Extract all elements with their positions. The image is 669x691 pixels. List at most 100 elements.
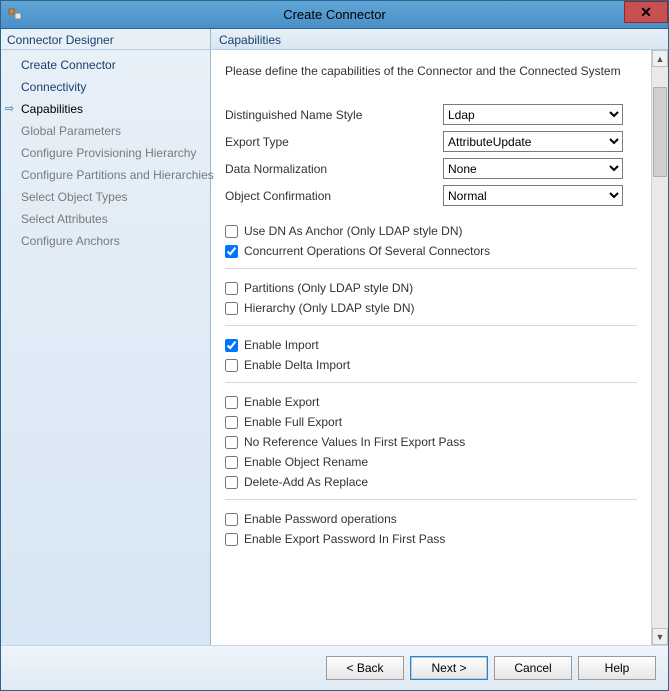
dialog-window: Create Connector ✕ Connector Designer Cr… [0,0,669,691]
check-label: Enable Export [244,395,319,409]
sidebar-item-partitions-hierarchies: Configure Partitions and Hierarchies [1,164,210,186]
checkbox-partitions[interactable] [225,282,238,295]
check-label: Enable Password operations [244,512,397,526]
scroll-track[interactable] [652,67,668,628]
check-concurrent-ops[interactable]: Concurrent Operations Of Several Connect… [225,244,637,258]
back-button[interactable]: < Back [326,656,404,680]
check-label: Enable Import [244,338,319,352]
check-group-2: Partitions (Only LDAP style DN) Hierarch… [225,281,637,315]
sidebar-item-label: Global Parameters [21,122,121,140]
check-label: Delete-Add As Replace [244,475,368,489]
row-export-type: Export Type AttributeUpdate [225,131,637,152]
label-obj-confirm: Object Confirmation [225,189,443,203]
checkbox-enable-full-export[interactable] [225,416,238,429]
check-hierarchy[interactable]: Hierarchy (Only LDAP style DN) [225,301,637,315]
label-export-type: Export Type [225,135,443,149]
check-enable-import[interactable]: Enable Import [225,338,637,352]
check-label: Hierarchy (Only LDAP style DN) [244,301,414,315]
main-panel: Capabilities Please define the capabilit… [211,29,668,645]
checkbox-use-dn-anchor[interactable] [225,225,238,238]
checkbox-enable-import[interactable] [225,339,238,352]
close-icon: ✕ [640,4,652,21]
check-use-dn-anchor[interactable]: Use DN As Anchor (Only LDAP style DN) [225,224,637,238]
check-enable-export-pwd-first[interactable]: Enable Export Password In First Pass [225,532,637,546]
sidebar-header: Connector Designer [1,29,210,50]
sidebar-item-capabilities[interactable]: ⇨ Capabilities [1,98,210,120]
sidebar-item-label: Select Attributes [21,210,108,228]
sidebar-item-label: Create Connector [21,56,116,74]
check-enable-delta-import[interactable]: Enable Delta Import [225,358,637,372]
main-header: Capabilities [211,29,668,50]
dialog-body: Connector Designer Create Connector Conn… [1,29,668,690]
select-dn-style[interactable]: Ldap [443,104,623,125]
content-area: Connector Designer Create Connector Conn… [1,29,668,645]
check-enable-obj-rename[interactable]: Enable Object Rename [225,455,637,469]
row-obj-confirm: Object Confirmation Normal [225,185,637,206]
separator [225,499,637,500]
sidebar-item-provisioning-hierarchy: Configure Provisioning Hierarchy [1,142,210,164]
checkbox-hierarchy[interactable] [225,302,238,315]
sidebar-item-create-connector[interactable]: Create Connector [1,54,210,76]
check-enable-export[interactable]: Enable Export [225,395,637,409]
checkbox-enable-export[interactable] [225,396,238,409]
check-label: Concurrent Operations Of Several Connect… [244,244,490,258]
checkbox-enable-obj-rename[interactable] [225,456,238,469]
check-group-1: Use DN As Anchor (Only LDAP style DN) Co… [225,224,637,258]
footer: < Back Next > Cancel Help [1,645,668,690]
sidebar-item-label: Capabilities [21,100,83,118]
row-dn-style: Distinguished Name Style Ldap [225,104,637,125]
check-label: Use DN As Anchor (Only LDAP style DN) [244,224,463,238]
cancel-button[interactable]: Cancel [494,656,572,680]
checkbox-enable-export-pwd-first[interactable] [225,533,238,546]
scroll-thumb[interactable] [653,87,667,177]
check-delete-add-replace[interactable]: Delete-Add As Replace [225,475,637,489]
sidebar-item-configure-anchors: Configure Anchors [1,230,210,252]
sidebar-items: Create Connector Connectivity ⇨ Capabili… [1,50,210,252]
vertical-scrollbar[interactable]: ▲ ▼ [651,50,668,645]
check-label: Enable Object Rename [244,455,368,469]
instructions-text: Please define the capabilities of the Co… [225,64,637,78]
sidebar-item-select-attributes: Select Attributes [1,208,210,230]
help-button[interactable]: Help [578,656,656,680]
sidebar-item-connectivity[interactable]: Connectivity [1,76,210,98]
checkbox-no-ref-first-export[interactable] [225,436,238,449]
check-label: Enable Full Export [244,415,342,429]
separator [225,325,637,326]
close-button[interactable]: ✕ [624,1,668,23]
sidebar-item-label: Select Object Types [21,188,128,206]
sidebar-item-label: Connectivity [21,78,86,96]
select-export-type[interactable]: AttributeUpdate [443,131,623,152]
separator [225,382,637,383]
sidebar-item-select-object-types: Select Object Types [1,186,210,208]
check-no-ref-first-export[interactable]: No Reference Values In First Export Pass [225,435,637,449]
window-title: Create Connector [1,7,668,22]
scroll-up-button[interactable]: ▲ [652,50,668,67]
select-data-norm[interactable]: None [443,158,623,179]
check-group-4: Enable Export Enable Full Export No Refe… [225,395,637,489]
select-obj-confirm[interactable]: Normal [443,185,623,206]
sidebar-item-label: Configure Anchors [21,232,120,250]
sidebar-item-label: Configure Provisioning Hierarchy [21,144,196,162]
sidebar-item-global-parameters: Global Parameters [1,120,210,142]
row-data-norm: Data Normalization None [225,158,637,179]
check-enable-full-export[interactable]: Enable Full Export [225,415,637,429]
check-partitions[interactable]: Partitions (Only LDAP style DN) [225,281,637,295]
check-label: Enable Export Password In First Pass [244,532,445,546]
current-step-arrow-icon: ⇨ [5,100,19,118]
checkbox-delete-add-replace[interactable] [225,476,238,489]
check-group-5: Enable Password operations Enable Export… [225,512,637,546]
check-label: Enable Delta Import [244,358,350,372]
next-button[interactable]: Next > [410,656,488,680]
main-content-wrap: Please define the capabilities of the Co… [211,50,668,645]
sidebar-item-label: Configure Partitions and Hierarchies [21,166,214,184]
main-content: Please define the capabilities of the Co… [211,50,651,645]
check-group-3: Enable Import Enable Delta Import [225,338,637,372]
checkbox-concurrent-ops[interactable] [225,245,238,258]
titlebar: Create Connector ✕ [1,1,668,29]
sidebar: Connector Designer Create Connector Conn… [1,29,211,645]
check-enable-pwd-ops[interactable]: Enable Password operations [225,512,637,526]
scroll-down-button[interactable]: ▼ [652,628,668,645]
separator [225,268,637,269]
checkbox-enable-delta-import[interactable] [225,359,238,372]
checkbox-enable-pwd-ops[interactable] [225,513,238,526]
